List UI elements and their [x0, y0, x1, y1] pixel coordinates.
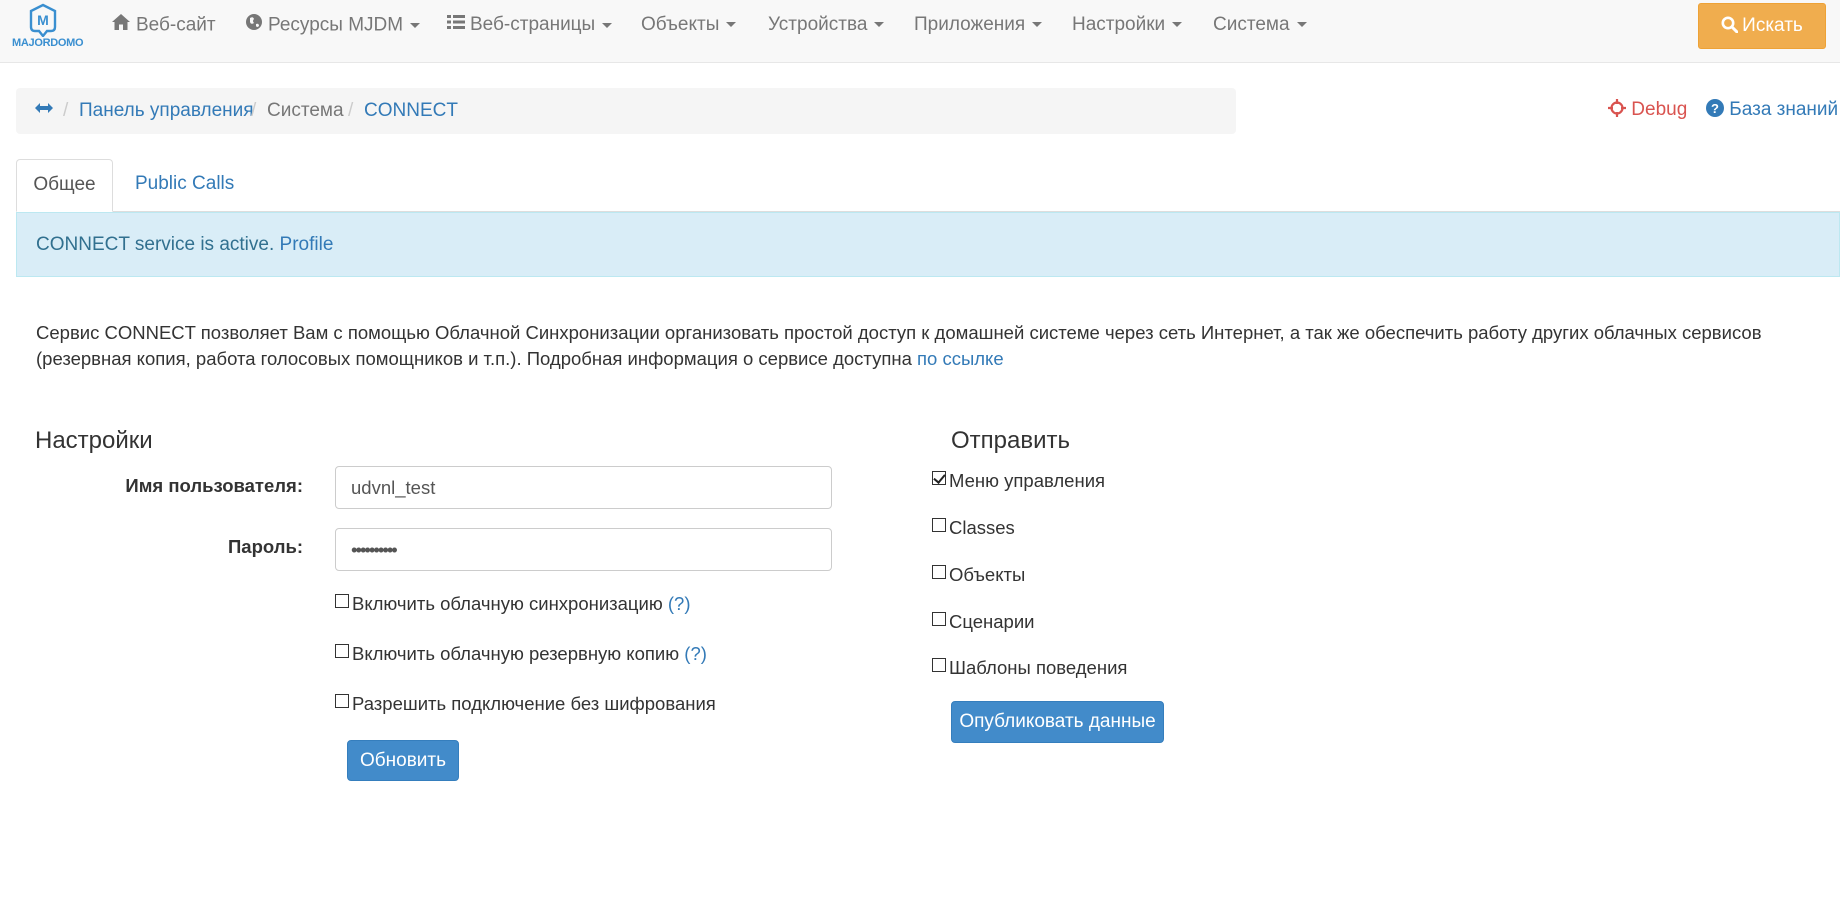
- majordomo-logo[interactable]: M MAJORDOMO: [12, 3, 84, 57]
- password-label: Пароль:: [227, 536, 303, 557]
- question-circle-icon: ?: [1706, 99, 1724, 117]
- breadcrumb-system: Система: [267, 100, 344, 121]
- breadcrumb-connect[interactable]: CONNECT: [364, 100, 458, 122]
- publish-data-button[interactable]: Опубликовать данные: [951, 701, 1164, 743]
- search-icon: [1721, 16, 1739, 34]
- send-classes-option[interactable]: Classes: [932, 517, 1015, 539]
- breadcrumb: / Панель управления / Система / CONNECT: [16, 88, 1236, 134]
- top-navbar: M MAJORDOMO Веб-сайт Ресурсы MJDM Веб-ст…: [0, 0, 1840, 63]
- breadcrumb-separator: /: [348, 100, 354, 121]
- send-objects-checkbox[interactable]: [932, 565, 946, 579]
- status-alert: CONNECT service is active. Profile: [16, 212, 1840, 277]
- profile-link[interactable]: Profile: [280, 234, 334, 255]
- cloud-backup-option[interactable]: Включить облачную резервную копию (?): [335, 643, 707, 665]
- send-classes-checkbox[interactable]: [932, 518, 946, 532]
- tab-public-calls[interactable]: Public Calls: [116, 159, 253, 211]
- search-button-label: Искать: [1742, 15, 1803, 36]
- logo-text: MAJORDOMO: [12, 37, 84, 49]
- chevron-down-icon: [874, 22, 885, 28]
- settings-heading: Настройки: [35, 427, 153, 454]
- more-info-link[interactable]: по ссылке: [917, 348, 1004, 369]
- username-input[interactable]: udvnl_test: [335, 466, 832, 509]
- tab-general[interactable]: Общее: [16, 159, 113, 212]
- chevron-down-icon: [1296, 22, 1307, 28]
- chevron-down-icon: [602, 22, 613, 28]
- nav-settings-label: Настройки: [1072, 14, 1166, 35]
- knowledge-base-label: База знаний: [1729, 99, 1839, 120]
- nav-settings[interactable]: Настройки: [1072, 13, 1183, 37]
- nav-webpages[interactable]: Веб-страницы: [447, 13, 613, 37]
- cloud-sync-checkbox[interactable]: [335, 594, 349, 608]
- debug-label: Debug: [1631, 99, 1688, 120]
- nav-objects-label: Объекты: [641, 14, 720, 35]
- service-description: Сервис CONNECT позволяет Вам с помощью О…: [36, 320, 1836, 372]
- list-icon: [447, 13, 465, 37]
- cloud-sync-option[interactable]: Включить облачную синхронизацию (?): [335, 593, 691, 615]
- cloud-backup-help-link[interactable]: (?): [684, 643, 707, 664]
- nav-website[interactable]: Веб-сайт: [111, 13, 216, 37]
- nav-apps[interactable]: Приложения: [914, 13, 1043, 37]
- chevron-down-icon: [1032, 22, 1043, 28]
- update-button[interactable]: Обновить: [347, 740, 459, 781]
- send-objects-option[interactable]: Объекты: [932, 564, 1025, 586]
- chevron-down-icon: [1172, 22, 1183, 28]
- search-button[interactable]: Искать: [1698, 3, 1826, 49]
- password-input[interactable]: ••••••••••: [335, 528, 832, 571]
- nav-system-label: Система: [1213, 14, 1290, 35]
- chevron-down-icon: [410, 23, 421, 28]
- svg-text:M: M: [37, 12, 49, 28]
- send-scripts-label: Сценарии: [949, 611, 1035, 632]
- send-menu-checkbox[interactable]: [932, 471, 946, 485]
- nav-resources-label: Ресурсы MJDM: [268, 14, 404, 36]
- nav-apps-label: Приложения: [914, 14, 1026, 35]
- cloud-backup-label: Включить облачную резервную копию: [352, 643, 680, 664]
- send-patterns-checkbox[interactable]: [932, 658, 946, 672]
- no-encryption-label: Разрешить подключение без шифрования: [352, 693, 716, 714]
- cloud-sync-label: Включить облачную синхронизацию: [352, 593, 663, 614]
- knowledge-base-link[interactable]: ? База знаний: [1706, 99, 1838, 121]
- breadcrumb-separator: /: [251, 100, 257, 121]
- cloud-sync-help-link[interactable]: (?): [668, 593, 691, 614]
- send-scripts-option[interactable]: Сценарии: [932, 611, 1035, 633]
- send-patterns-label: Шаблоны поведения: [949, 657, 1128, 678]
- description-text: Сервис CONNECT позволяет Вам с помощью О…: [36, 322, 1762, 369]
- send-classes-label: Classes: [949, 517, 1015, 538]
- debug-link[interactable]: Debug: [1608, 99, 1687, 121]
- svg-text:?: ?: [1711, 101, 1719, 116]
- nav-system[interactable]: Система: [1213, 13, 1307, 37]
- username-label: Имя пользователя:: [125, 475, 303, 496]
- breadcrumb-control-panel[interactable]: Панель управления: [79, 100, 254, 122]
- no-encryption-checkbox[interactable]: [335, 694, 349, 708]
- alert-text: CONNECT service is active.: [36, 234, 280, 255]
- nav-objects[interactable]: Объекты: [641, 13, 737, 37]
- nav-devices[interactable]: Устройства: [768, 13, 885, 37]
- logo-icon: M: [29, 3, 57, 37]
- chevron-down-icon: [726, 22, 737, 28]
- breadcrumb-separator: /: [63, 100, 69, 121]
- cloud-backup-checkbox[interactable]: [335, 644, 349, 658]
- nav-resources[interactable]: Ресурсы MJDM: [245, 13, 421, 38]
- send-heading: Отправить: [951, 427, 1071, 454]
- nav-webpages-label: Веб-страницы: [470, 14, 596, 36]
- nav-website-label: Веб-сайт: [136, 14, 216, 36]
- send-menu-label: Меню управления: [949, 470, 1106, 491]
- send-patterns-option[interactable]: Шаблоны поведения: [932, 657, 1127, 679]
- send-objects-label: Объекты: [949, 564, 1026, 585]
- globe-icon: [245, 13, 263, 38]
- home-icon: [111, 13, 131, 38]
- nav-devices-label: Устройства: [768, 14, 868, 35]
- no-encryption-option[interactable]: Разрешить подключение без шифрования: [335, 693, 716, 715]
- send-scripts-checkbox[interactable]: [932, 612, 946, 626]
- back-arrows-icon[interactable]: [34, 98, 54, 124]
- crosshair-icon: [1608, 99, 1626, 117]
- send-menu-option[interactable]: Меню управления: [932, 470, 1105, 492]
